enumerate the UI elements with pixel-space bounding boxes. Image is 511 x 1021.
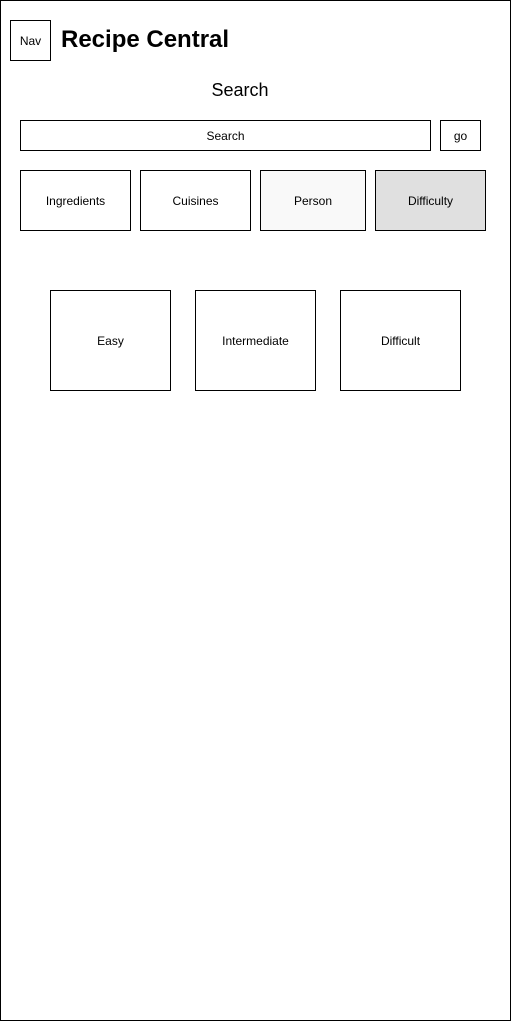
difficulty-option-intermediate[interactable]: Intermediate [195, 290, 316, 391]
tab-difficulty[interactable]: Difficulty [375, 170, 486, 231]
page-title: Recipe Central [61, 26, 230, 53]
search-input[interactable]: Search [20, 120, 431, 151]
tab-person[interactable]: Person [260, 170, 366, 231]
difficulty-option-difficult[interactable]: Difficult [340, 290, 461, 391]
difficulty-option-easy[interactable]: Easy [50, 290, 171, 391]
tab-ingredients[interactable]: Ingredients [20, 170, 131, 231]
tab-cuisines[interactable]: Cuisines [140, 170, 251, 231]
search-heading: Search [211, 80, 269, 100]
go-button[interactable]: go [440, 120, 481, 151]
nav-button[interactable]: Nav [10, 20, 51, 61]
app-frame [0, 0, 511, 1021]
